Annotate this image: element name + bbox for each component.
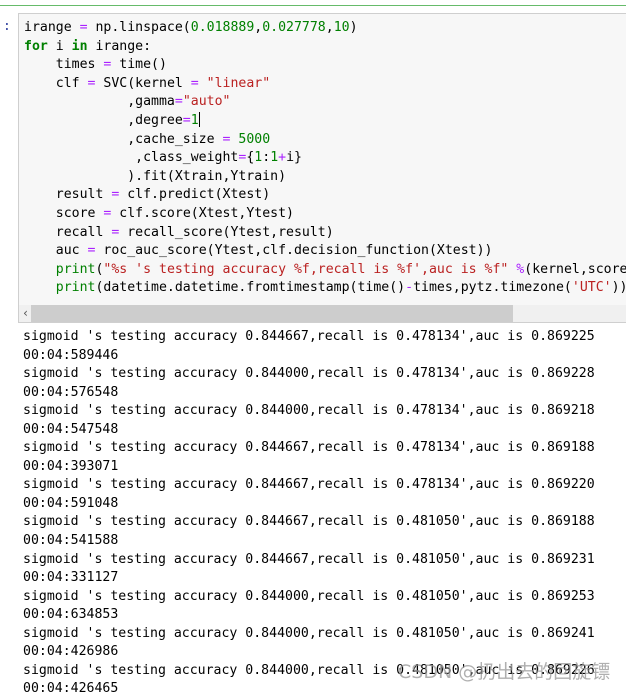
code-token: auc (24, 243, 88, 259)
code-line[interactable]: result = clf.predict(Xtest) (24, 186, 626, 205)
output-line: sigmoid 's testing accuracy 0.844000,rec… (23, 625, 595, 641)
code-token: 'UTC' (571, 280, 612, 296)
output-line: 00:04:576548 (23, 384, 119, 400)
code-token: + (278, 150, 287, 166)
code-token: = (190, 75, 199, 91)
code-token: ,class_weight (24, 150, 239, 166)
code-line[interactable]: ,degree=1 (24, 111, 626, 131)
code-line[interactable]: print(datetime.datetime.fromtimestamp(ti… (24, 279, 626, 298)
output-line: 00:04:547548 (23, 421, 119, 437)
code-token: )).strftime("%H:%M:%f")) (611, 280, 626, 296)
chevron-left-icon[interactable]: ‹ (22, 305, 29, 322)
cell-selected-border (0, 5, 626, 6)
code-token: times (24, 57, 104, 73)
code-token: roc_auc_score(Ytest,clf.decision_functio… (95, 243, 493, 259)
code-token: times,pytz.timezone( (413, 280, 572, 296)
code-token: irange (24, 20, 80, 35)
code-token: : (262, 150, 271, 166)
scrollbar-thumb[interactable] (31, 305, 513, 322)
code-token: (datetime.datetime.fromtimestamp(time() (95, 280, 406, 296)
code-token: 1 (190, 112, 199, 128)
text-cursor (198, 111, 200, 127)
code-token: score (24, 205, 104, 221)
output-line: sigmoid 's testing accuracy 0.844667,rec… (23, 477, 595, 493)
output-line: sigmoid 's testing accuracy 0.844000,rec… (23, 588, 595, 604)
code-token: 0.027778 (262, 20, 326, 35)
output-line: sigmoid 's testing accuracy 0.844667,rec… (23, 440, 595, 456)
code-line[interactable]: print("%s 's testing accuracy %f,recall … (24, 261, 626, 280)
code-token: "auto" (182, 94, 231, 110)
code-line[interactable]: ,gamma="auto" (24, 93, 626, 112)
code-token: ,degree (24, 112, 183, 128)
code-token: clf.predict(Xtest) (119, 187, 271, 203)
code-token: np.linspace( (87, 20, 191, 35)
code-token: , (325, 20, 334, 35)
code-token: (kernel,score,recall,auc)) (524, 261, 626, 277)
output-line: sigmoid 's testing accuracy 0.844000,rec… (23, 403, 595, 419)
output-line: 00:04:591048 (23, 495, 119, 511)
output-line: sigmoid 's testing accuracy 0.844667,rec… (23, 551, 595, 567)
watermark: CSDN @扔出去的回旋镖 (398, 661, 611, 683)
code-token: in (71, 38, 88, 54)
code-line[interactable]: auc = roc_auc_score(Ytest,clf.decision_f… (24, 242, 626, 261)
code-token: 5000 (238, 131, 271, 147)
code-line[interactable]: recall = recall_score(Ytest,result) (24, 224, 626, 243)
code-line[interactable]: ,cache_size = 5000 (24, 131, 626, 150)
code-token: irange: (87, 38, 152, 54)
horizontal-scrollbar[interactable]: ‹ (19, 305, 626, 322)
code-token: "%s 's testing accuracy %f,recall is %f'… (103, 261, 509, 277)
code-token: clf.score(Xtest,Ytest) (111, 205, 294, 221)
code-token: 0.018889 (190, 20, 255, 35)
code-line[interactable]: score = clf.score(Xtest,Ytest) (24, 205, 626, 224)
code-token: recall (24, 224, 112, 240)
code-token: - (405, 280, 414, 296)
output-line: sigmoid 's testing accuracy 0.844667,rec… (23, 329, 595, 344)
output-line: 00:04:331127 (23, 570, 119, 586)
code-token: for (24, 38, 48, 54)
code-token: = (174, 94, 183, 110)
output-line: 00:04:393071 (23, 458, 119, 474)
code-line[interactable]: times = time() (24, 56, 626, 75)
code-line[interactable]: ,class_weight={1:1+i} (24, 149, 626, 168)
code-token: time() (111, 57, 167, 73)
code-cell[interactable]: irange = np.linspace(0.018889,0.027778,1… (18, 13, 626, 323)
code-line[interactable]: ).fit(Xtrain,Ytrain) (24, 168, 626, 187)
code-token: print (55, 280, 96, 296)
code-token: ).fit(Xtrain,Ytrain) (24, 168, 287, 184)
code-token: clf (24, 75, 88, 91)
output-line: 00:04:541588 (23, 533, 119, 549)
code-token: 10 (333, 20, 350, 35)
output-line: 00:04:589446 (23, 347, 119, 363)
output-line: 00:04:634853 (23, 607, 119, 623)
code-line[interactable]: for i in irange: (24, 38, 626, 57)
code-token: = (182, 112, 191, 128)
code-token: print (55, 261, 96, 277)
code-token: ) (349, 20, 358, 35)
code-token: = (79, 20, 88, 35)
code-token: ,gamma (24, 94, 175, 110)
code-line[interactable]: irange = np.linspace(0.018889,0.027778,1… (24, 19, 626, 38)
output-line: sigmoid 's testing accuracy 0.844000,rec… (23, 366, 595, 382)
code-token: i} (286, 150, 302, 166)
code-token: recall_score(Ytest,result) (119, 224, 334, 240)
code-token: 1 (270, 150, 279, 166)
cell-prompt: : (3, 19, 11, 34)
code-token: SVC(kernel (95, 75, 191, 91)
code-token: i (47, 38, 72, 54)
code-line[interactable]: clf = SVC(kernel = "linear" (24, 75, 626, 94)
cell-output: sigmoid 's testing accuracy 0.844667,rec… (23, 328, 595, 699)
code-editor[interactable]: irange = np.linspace(0.018889,0.027778,1… (24, 19, 626, 298)
output-line: sigmoid 's testing accuracy 0.844667,rec… (23, 514, 595, 530)
code-token: ,cache_size (24, 131, 223, 147)
code-token: result (24, 187, 112, 203)
code-token: "linear" (206, 75, 271, 91)
